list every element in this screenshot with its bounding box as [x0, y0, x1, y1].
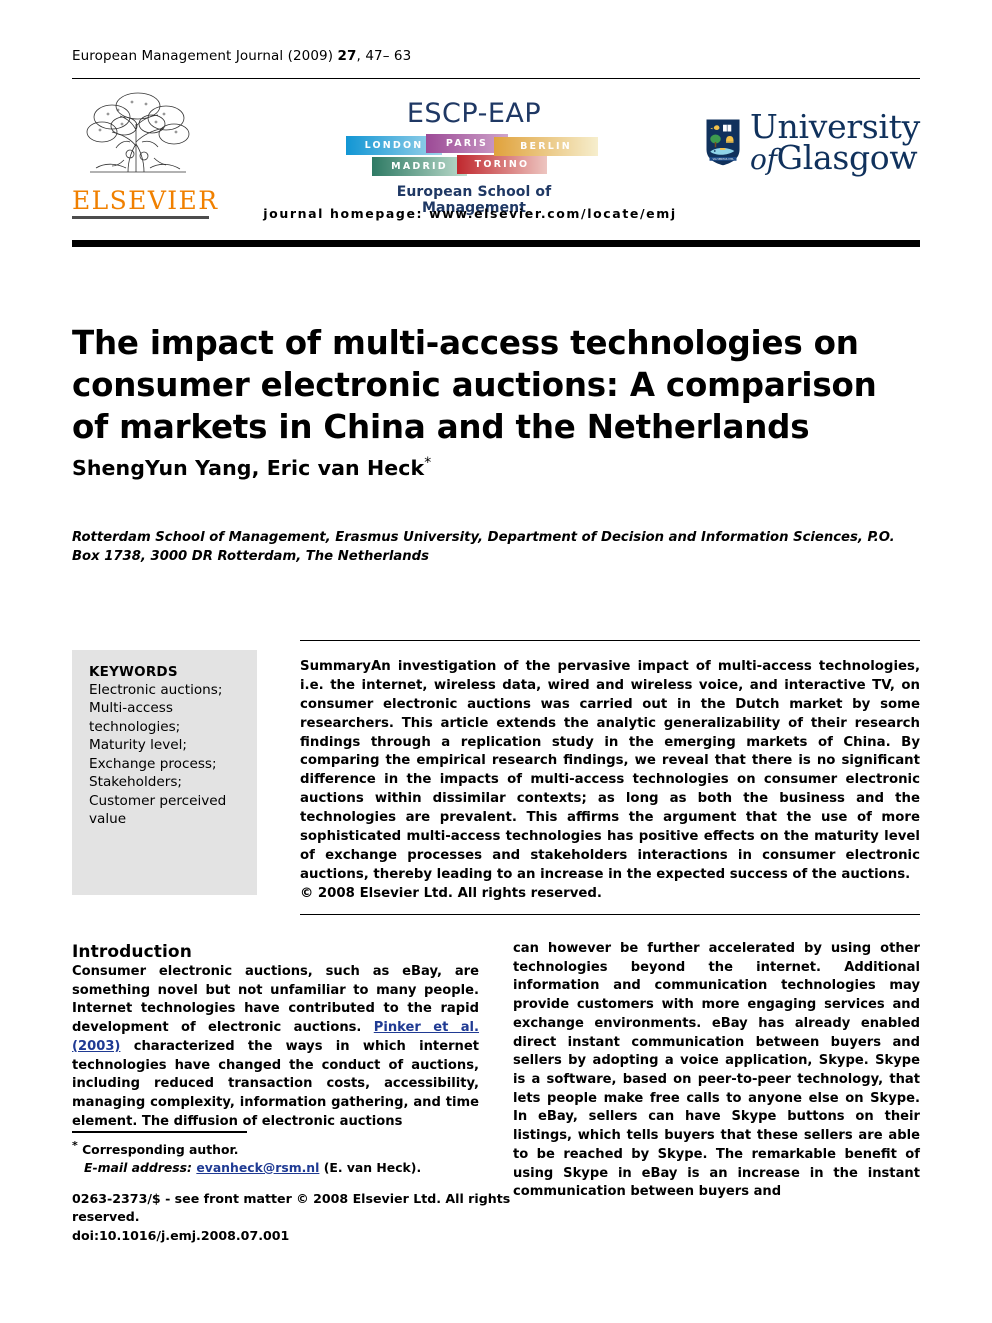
masthead-bottom-rule — [72, 240, 920, 247]
glasgow-logo: VIA VERITAS VITA University ofGlasgow — [705, 110, 920, 174]
volume-number: 27 — [337, 48, 357, 64]
footnote-email-suffix: (E. van Heck). — [319, 1159, 422, 1175]
footnote-corresponding-text: Corresponding author. — [82, 1142, 239, 1158]
escp-city-madrid: MADRID — [372, 157, 467, 177]
publication-year: (2009) — [287, 48, 334, 64]
keyword-item: Electronic auctions; — [89, 682, 223, 698]
article-page: European Management Journal (2009) 27, 4… — [0, 0, 992, 1323]
footnote-email-line: E-mail address: evanheck@rsm.nl (E. van … — [72, 1159, 482, 1177]
intro-paragraph-right: can however be further accelerated by us… — [513, 941, 920, 1200]
elsevier-logo: ELSEVIER — [72, 84, 219, 219]
body-column-right: can however be further accelerated by us… — [513, 940, 920, 1202]
footnote-block: * Corresponding author. E-mail address: … — [72, 1138, 482, 1176]
escp-eap-logo: ESCP-EAP LONDON MADRID PARIS TORINO BERL… — [344, 98, 604, 216]
author-list: ShengYun Yang, Eric van Heck* — [72, 455, 922, 480]
keyword-item: Multi-access — [89, 700, 173, 717]
body-column-left: Consumer electronic auctions, such as eB… — [72, 963, 479, 1131]
intro-paragraph-left: Consumer electronic auctions, such as eB… — [72, 963, 479, 1131]
keyword-item: Customer perceived — [89, 792, 227, 809]
footnote-star: * — [72, 1139, 78, 1152]
footnote-email-label: E-mail address: — [84, 1159, 193, 1175]
abstract-block: SummaryAn investigation of the pervasive… — [300, 640, 920, 916]
escp-title: ESCP-EAP — [406, 98, 542, 129]
glasgow-of: of — [750, 142, 777, 176]
header-rule — [72, 78, 920, 79]
journal-homepage-link[interactable]: journal homepage: www.elsevier.com/locat… — [200, 206, 740, 221]
page-footer: 0263-2373/$ - see front matter © 2008 El… — [72, 1190, 572, 1245]
keyword-item: value — [89, 811, 127, 828]
glasgow-city: Glasgow — [776, 137, 918, 177]
page-title: The impact of multi-access technologies … — [72, 323, 877, 447]
keyword-item: technologies; — [89, 718, 181, 735]
intro-text-part2: characterized the ways in which internet… — [72, 1038, 479, 1129]
keywords-heading: KEYWORDS — [89, 664, 178, 680]
footnote-rule — [72, 1131, 247, 1133]
abstract-bottom-rule — [300, 914, 920, 916]
glasgow-line-2: ofGlasgow — [750, 141, 920, 176]
glasgow-crest-icon: VIA VERITAS VITA — [706, 119, 740, 166]
escp-city-bar: LONDON MADRID PARIS TORINO BERLIN — [344, 134, 604, 180]
escp-city-berlin: BERLIN — [494, 137, 598, 157]
elsevier-underline — [72, 216, 209, 219]
keywords-box: KEYWORDS Electronic auctions; Multi-acce… — [72, 650, 257, 895]
footnote-corresponding: * Corresponding author. — [72, 1138, 482, 1159]
glasgow-motto: VIA VERITAS VITA — [713, 158, 734, 161]
affiliation: Rotterdam School of Management, Erasmus … — [72, 530, 895, 565]
keyword-item: Exchange process; — [89, 755, 217, 772]
glasgow-wordmark: University ofGlasgow — [750, 110, 920, 176]
elsevier-tree-icon — [86, 92, 190, 173]
keyword-item: Maturity level; — [89, 737, 187, 754]
author-names: ShengYun Yang, Eric van Heck — [72, 455, 425, 480]
doi-line: doi:10.1016/j.emj.2008.07.001 — [72, 1227, 290, 1243]
abstract-top-rule — [300, 640, 920, 641]
issn-copyright-line: 0263-2373/$ - see front matter © 2008 El… — [72, 1191, 511, 1225]
page-range: , 47– 63 — [356, 48, 412, 64]
keyword-item: Stakeholders; — [89, 774, 182, 791]
section-heading-introduction: Introduction — [72, 942, 192, 963]
journal-name: European Management Journal — [72, 48, 284, 64]
running-head: European Management Journal (2009) 27, 4… — [72, 48, 411, 64]
abstract-label: Summary — [300, 659, 371, 674]
abstract-body: An investigation of the pervasive impact… — [300, 659, 920, 882]
elsevier-wordmark: ELSEVIER — [72, 186, 219, 215]
keywords-list: Electronic auctions; Multi-access techno… — [89, 681, 243, 829]
escp-city-torino: TORINO — [457, 155, 547, 175]
abstract-text: SummaryAn investigation of the pervasive… — [300, 658, 920, 885]
corresponding-author-marker: * — [424, 455, 432, 471]
abstract-copyright: © 2008 Elsevier Ltd. All rights reserved… — [300, 885, 602, 901]
email-link[interactable]: evanheck@rsm.nl — [196, 1160, 319, 1175]
